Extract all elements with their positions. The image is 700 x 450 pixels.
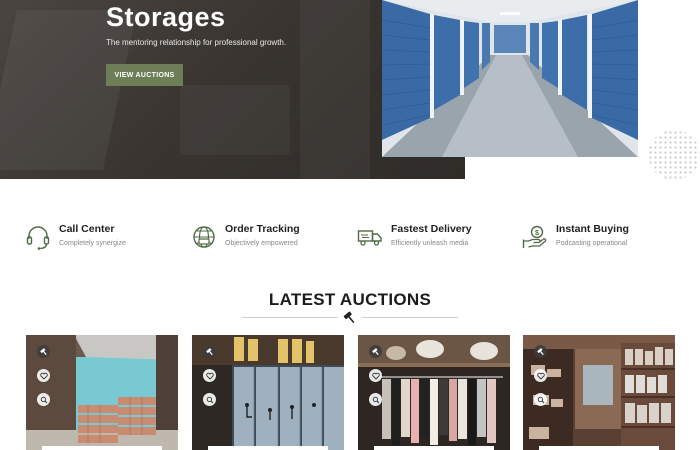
card-actions <box>534 345 548 417</box>
hero-subtitle: The mentoring relationship for professio… <box>106 38 287 47</box>
storage-corridor-photo <box>382 0 638 157</box>
heart-icon[interactable] <box>37 369 50 382</box>
feature-subtitle: Completely synergize <box>59 240 126 247</box>
feature-subtitle: Efficiently unleash media <box>391 240 469 247</box>
heart-icon[interactable] <box>534 369 547 382</box>
feature-title: Order Tracking <box>225 223 300 235</box>
card-footer <box>539 446 659 450</box>
section-title: LATEST AUCTIONS <box>268 290 432 309</box>
zoom-icon[interactable] <box>203 393 216 406</box>
auction-card[interactable] <box>26 335 178 450</box>
gavel-icon[interactable] <box>369 345 382 358</box>
svg-text:$: $ <box>535 230 539 237</box>
card-actions <box>369 345 383 417</box>
truck-icon <box>357 230 382 246</box>
gavel-icon <box>343 311 355 324</box>
feature-title: Instant Buying <box>556 223 629 235</box>
card-actions <box>37 345 51 417</box>
features-row: Call Center Completely synergize Order T… <box>25 222 675 252</box>
divider-line <box>362 317 458 318</box>
divider-line <box>242 317 338 318</box>
hero-title: Storages <box>106 2 226 32</box>
gavel-icon[interactable] <box>203 345 216 358</box>
view-auctions-button[interactable]: VIEW AUCTIONS <box>106 64 183 86</box>
feature-title: Call Center <box>59 223 115 235</box>
gavel-icon[interactable] <box>37 345 50 358</box>
heart-icon[interactable] <box>203 369 216 382</box>
globe-tracking-icon <box>193 226 215 248</box>
zoom-icon[interactable] <box>369 393 382 406</box>
card-actions <box>203 345 217 417</box>
auction-card[interactable] <box>358 335 510 450</box>
headset-icon <box>26 226 50 250</box>
dots-pattern <box>648 130 700 180</box>
card-footer <box>374 446 494 450</box>
feature-title: Fastest Delivery <box>391 223 472 235</box>
hero-background-shape <box>300 0 370 179</box>
zoom-icon[interactable] <box>534 393 547 406</box>
heart-icon[interactable] <box>369 369 382 382</box>
card-footer <box>208 446 328 450</box>
money-hand-icon: $ <box>522 225 547 248</box>
auction-card[interactable] <box>523 335 675 450</box>
gavel-icon[interactable] <box>534 345 547 358</box>
hero-background-shape <box>0 10 138 170</box>
auction-card[interactable] <box>192 335 344 450</box>
feature-subtitle: Objectively empowered <box>225 240 298 247</box>
feature-subtitle: Podcasting operational <box>556 240 628 247</box>
card-footer <box>42 446 162 450</box>
zoom-icon[interactable] <box>37 393 50 406</box>
hero-background-shape <box>180 85 290 155</box>
